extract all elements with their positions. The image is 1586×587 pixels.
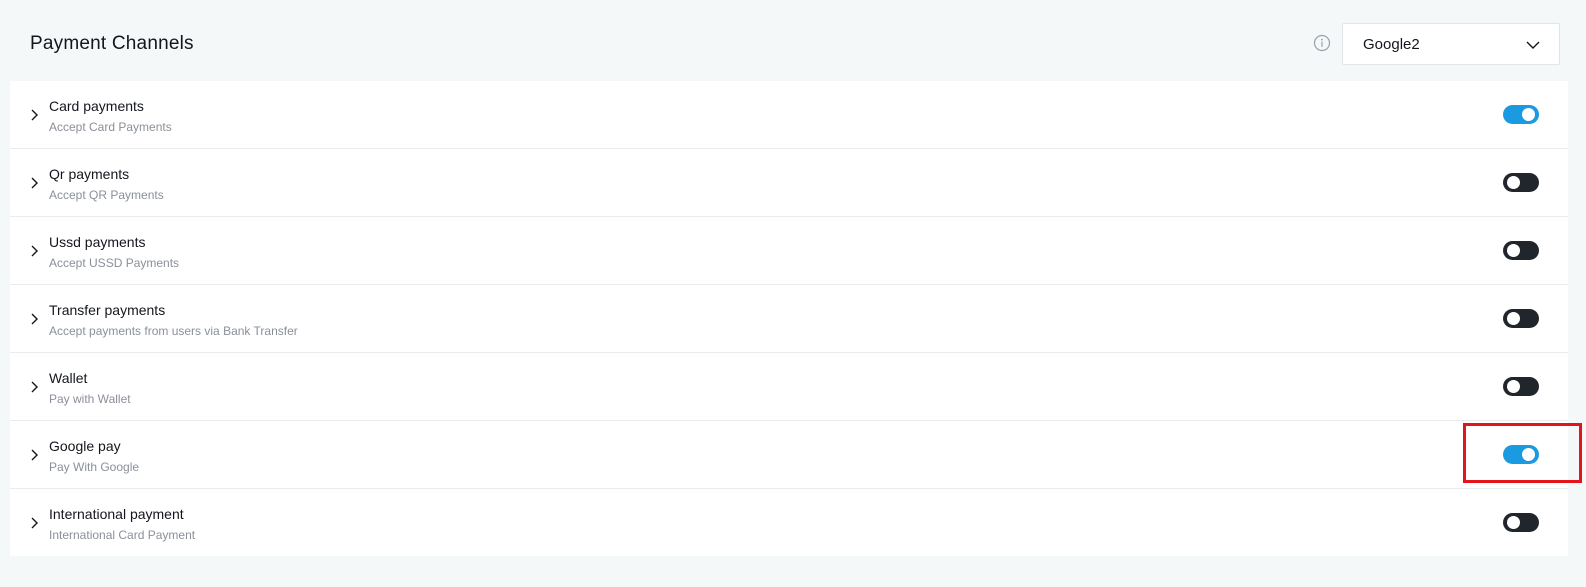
toggle-knob [1522,108,1535,121]
channel-subtitle: Pay with Wallet [49,392,131,406]
channel-row-google-pay[interactable]: Google pay Pay With Google [10,421,1568,489]
channel-row-international-payment[interactable]: International payment International Card… [10,489,1568,556]
toggle-knob [1522,448,1535,461]
channel-toggle[interactable] [1503,241,1539,260]
channel-title: Wallet [49,370,88,386]
toggle-knob [1507,516,1520,529]
account-select[interactable]: Google2 [1342,23,1560,65]
channel-subtitle: Pay With Google [49,460,140,474]
channel-row-transfer-payments[interactable]: Transfer payments Accept payments from u… [10,285,1568,353]
channel-title: Qr payments [49,166,130,182]
channel-toggle[interactable] [1503,309,1539,328]
toggle-knob [1507,312,1520,325]
account-select-value: Google2 [1363,36,1420,53]
channel-toggle[interactable] [1503,105,1539,124]
toggle-knob [1507,244,1520,257]
channel-toggle[interactable] [1503,513,1539,532]
channel-title: Transfer payments [49,302,166,318]
channel-title: Google pay [49,438,121,454]
channel-title: Ussd payments [49,234,146,250]
chevron-right-icon[interactable] [29,176,39,190]
chevron-down-icon [1526,41,1540,49]
page-title: Payment Channels [30,33,194,54]
channel-title: International payment [49,506,184,522]
channel-row-ussd-payments[interactable]: Ussd payments Accept USSD Payments [10,217,1568,285]
channel-toggle[interactable] [1503,377,1539,396]
chevron-right-icon[interactable] [29,108,39,122]
toggle-knob [1507,176,1520,189]
chevron-right-icon[interactable] [29,448,39,462]
chevron-right-icon[interactable] [29,516,39,530]
channel-row-wallet[interactable]: Wallet Pay with Wallet [10,353,1568,421]
chevron-right-icon[interactable] [29,244,39,258]
channel-toggle[interactable] [1503,445,1539,464]
payment-channels-list: Card payments Accept Card Payments Qr pa… [10,81,1568,556]
page-header: Payment Channels Google2 [0,0,1586,81]
channel-toggle[interactable] [1503,173,1539,192]
chevron-right-icon[interactable] [29,312,39,326]
channel-subtitle: International Card Payment [49,528,196,542]
toggle-knob [1507,380,1520,393]
channel-title: Card payments [49,98,144,114]
info-circle-icon[interactable] [1313,34,1331,52]
channel-row-card-payments[interactable]: Card payments Accept Card Payments [10,81,1568,149]
channel-subtitle: Accept Card Payments [49,120,172,134]
channel-subtitle: Accept USSD Payments [49,256,180,270]
channel-subtitle: Accept payments from users via Bank Tran… [49,324,298,338]
channel-row-qr-payments[interactable]: Qr payments Accept QR Payments [10,149,1568,217]
chevron-right-icon[interactable] [29,380,39,394]
channel-subtitle: Accept QR Payments [49,188,164,202]
